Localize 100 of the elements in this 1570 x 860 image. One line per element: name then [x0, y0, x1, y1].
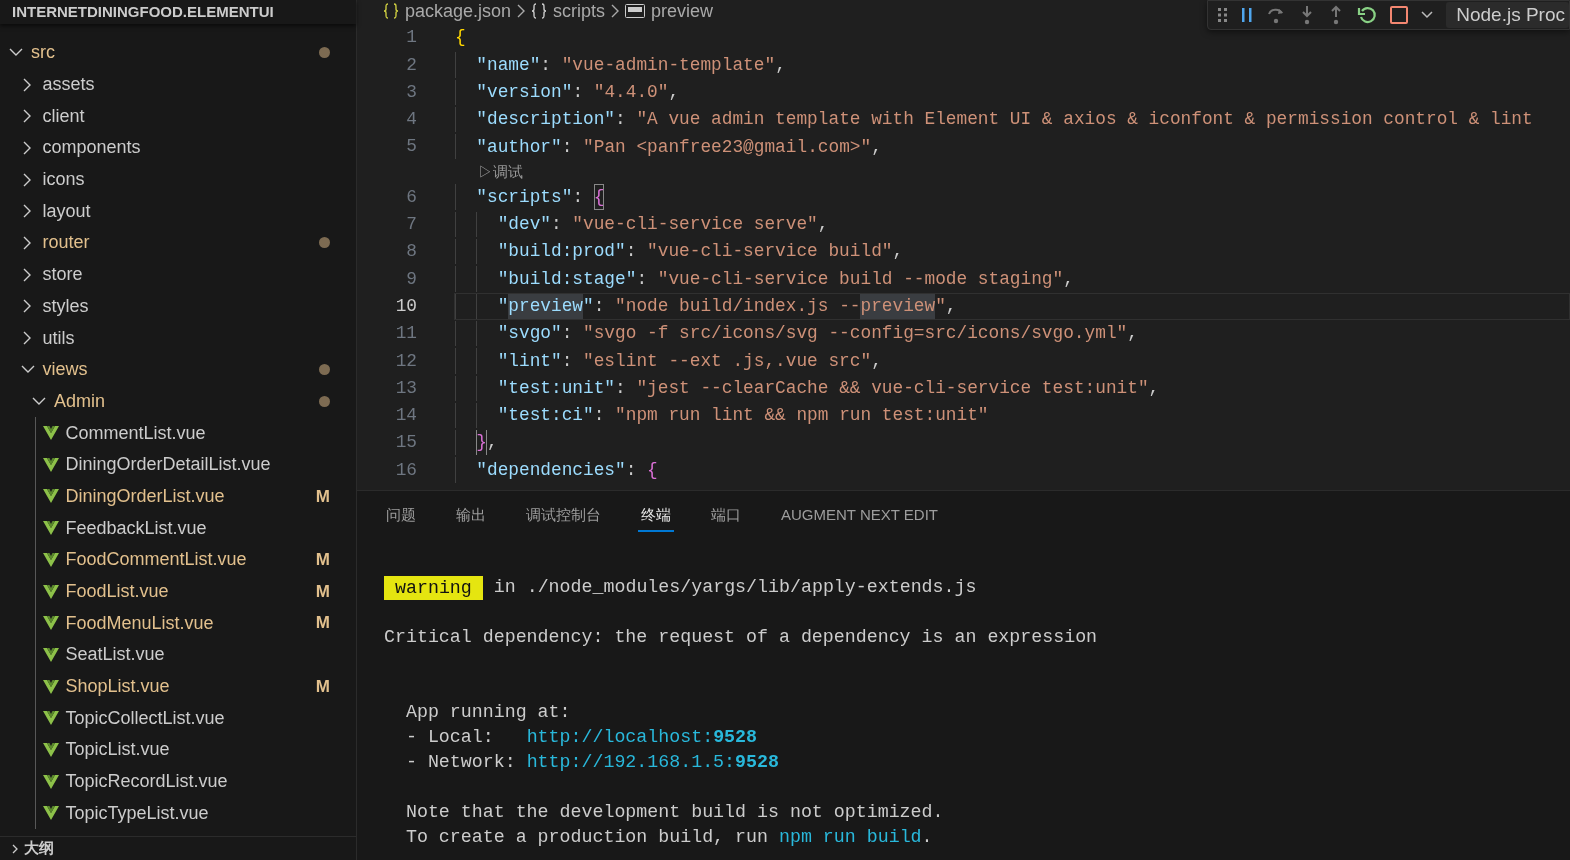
tree-item[interactable]: router — [0, 227, 356, 259]
tree-item[interactable]: views — [0, 353, 356, 386]
tree-item[interactable]: TopicCollectList.vue — [0, 702, 356, 735]
vue-file-icon — [42, 647, 59, 662]
terminal-text: - Local: — [404, 725, 495, 749]
debug-session-dropdown[interactable]: Node.js Proc — [1446, 2, 1569, 28]
line-number: 3 — [405, 80, 417, 104]
tree-item[interactable]: components — [0, 132, 356, 164]
terminal-text: To create a production build, run — [404, 825, 769, 849]
line-number: 1 — [405, 26, 417, 50]
tree-item[interactable]: utils — [0, 322, 356, 354]
chevron-down-icon[interactable] — [1421, 11, 1434, 19]
tree-item[interactable]: FeedbackList.vue — [0, 512, 356, 544]
git-status-letter: M — [315, 580, 330, 603]
vue-file-icon — [42, 679, 59, 694]
tree-item[interactable]: SeatList.vue — [0, 639, 356, 671]
panel-tab[interactable]: 端口 — [708, 500, 744, 532]
terminal-text: Critical dependency: the request of a dependency is an expression — [384, 625, 1098, 649]
breadcrumb-item[interactable]: package.json — [405, 0, 512, 25]
tree-item[interactable]: TopicList.vue — [0, 734, 356, 766]
tree-item[interactable]: FoodCommentList.vue M — [0, 544, 356, 576]
line-number: 10 — [394, 294, 417, 318]
terminal-text: in ./node_modules/yargs/lib/apply-extends.js — [492, 575, 977, 599]
code-line: "dependencies": { — [454, 456, 1570, 484]
drag-handle-icon[interactable] — [1218, 8, 1229, 22]
chevron-right-icon[interactable] — [12, 843, 18, 854]
terminal-text: Note that the development build is not optimized. — [404, 800, 944, 824]
chevron-right-icon — [611, 4, 620, 18]
terminal-text: App running at: — [404, 700, 571, 724]
code-line: "test:unit": "jest --clearCache && vue-cli-service test:unit", — [454, 374, 1570, 402]
tree-item[interactable]: TopicRecordList.vue — [0, 765, 356, 798]
code-line: "author": "Pan <panfree23@gmail.com>", — [454, 133, 1570, 161]
tree-item[interactable]: CommentList.vue — [0, 417, 356, 449]
vue-file-icon — [42, 742, 59, 757]
line-number: 13 — [394, 376, 417, 400]
string-value-icon — [625, 4, 646, 18]
tree-item[interactable]: src — [0, 37, 356, 69]
panel-tab[interactable]: 输出 — [453, 500, 489, 532]
line-number: 15 — [394, 431, 417, 455]
terminal-link[interactable]: npm run build — [778, 823, 922, 852]
vue-file-icon — [42, 711, 59, 726]
line-number: 6 — [405, 185, 417, 209]
code-line: }, — [454, 429, 1570, 457]
breadcrumb-item[interactable]: preview — [651, 0, 714, 25]
tree-item[interactable]: FoodMenuList.vue M — [0, 607, 356, 640]
braces-icon — [531, 3, 548, 19]
braces-icon — [383, 3, 399, 19]
line-number: 8 — [405, 240, 417, 264]
tree-item[interactable]: styles — [0, 290, 356, 323]
tree-item[interactable]: icons — [0, 163, 356, 196]
code-line: "test:ci": "npm run lint && npm run test:unit" — [454, 401, 1570, 430]
vue-file-icon — [42, 521, 59, 536]
pause-icon[interactable] — [1241, 7, 1254, 23]
panel-tab[interactable]: 问题 — [383, 500, 419, 532]
vue-file-icon — [42, 584, 59, 599]
line-number: 14 — [394, 404, 417, 428]
outline-section-header[interactable]: 大纲 — [24, 837, 54, 860]
line-number: 2 — [405, 53, 417, 77]
breadcrumb-item[interactable]: scripts — [553, 0, 606, 25]
code-line: "svgo": "svgo -f src/icons/svg --config=src/icons/svgo.yml", — [454, 319, 1570, 348]
code-line: "name": "vue-admin-template", — [454, 51, 1570, 79]
codelens-debug-link[interactable]: ▷调试 — [478, 160, 523, 184]
code-line: "dev": "vue-cli-service serve", — [454, 210, 1570, 239]
tree-item[interactable]: FoodList.vue M — [0, 575, 356, 608]
line-number: 7 — [405, 213, 417, 237]
vue-file-icon — [42, 774, 59, 789]
terminal-text: - Network: — [404, 750, 517, 774]
panel-tab[interactable]: 终端 — [638, 500, 674, 532]
code-line: "build:stage": "vue-cli-service build --mode staging", — [454, 265, 1570, 293]
line-number: 9 — [405, 267, 417, 291]
line-number: 5 — [405, 135, 417, 159]
git-status-letter: M — [315, 549, 330, 572]
panel-tab[interactable]: 调试控制台 — [523, 500, 604, 532]
tree-item[interactable]: DiningOrderList.vue M — [0, 480, 356, 513]
tree-item[interactable]: store — [0, 258, 356, 291]
tree-item[interactable]: ShopList.vue M — [0, 670, 356, 703]
vue-file-icon — [42, 616, 59, 631]
vue-file-icon — [42, 457, 59, 472]
code-line: "scripts": { — [454, 183, 1570, 211]
git-status-letter: M — [315, 485, 330, 508]
restart-icon[interactable] — [1357, 5, 1378, 25]
line-number: 16 — [394, 458, 417, 482]
panel-tab[interactable]: AUGMENT NEXT EDIT — [778, 500, 941, 532]
warning-badge: warning — [384, 575, 483, 600]
tree-item[interactable]: assets — [0, 68, 356, 101]
tree-item[interactable]: Admin — [0, 385, 356, 418]
explorer-title: INTERNETDININGFOOD.ELEMENTUI — [12, 1, 274, 22]
tree-item[interactable]: DiningOrderDetailList.vue — [0, 448, 356, 481]
vue-file-icon — [42, 552, 59, 567]
code-line: { — [454, 26, 467, 50]
code-line: "version": "4.4.0", — [454, 78, 1570, 106]
git-status-letter: M — [315, 612, 330, 635]
vue-file-icon — [42, 489, 59, 504]
tree-item[interactable]: TopicTypeList.vue — [0, 797, 356, 830]
line-number: 4 — [405, 108, 417, 132]
code-line: "lint": "eslint --ext .js,.vue src", — [454, 347, 1570, 375]
tree-item[interactable]: client — [0, 100, 356, 133]
stop-icon[interactable] — [1390, 6, 1409, 24]
line-number: 11 — [394, 322, 417, 346]
tree-item[interactable]: layout — [0, 195, 356, 228]
